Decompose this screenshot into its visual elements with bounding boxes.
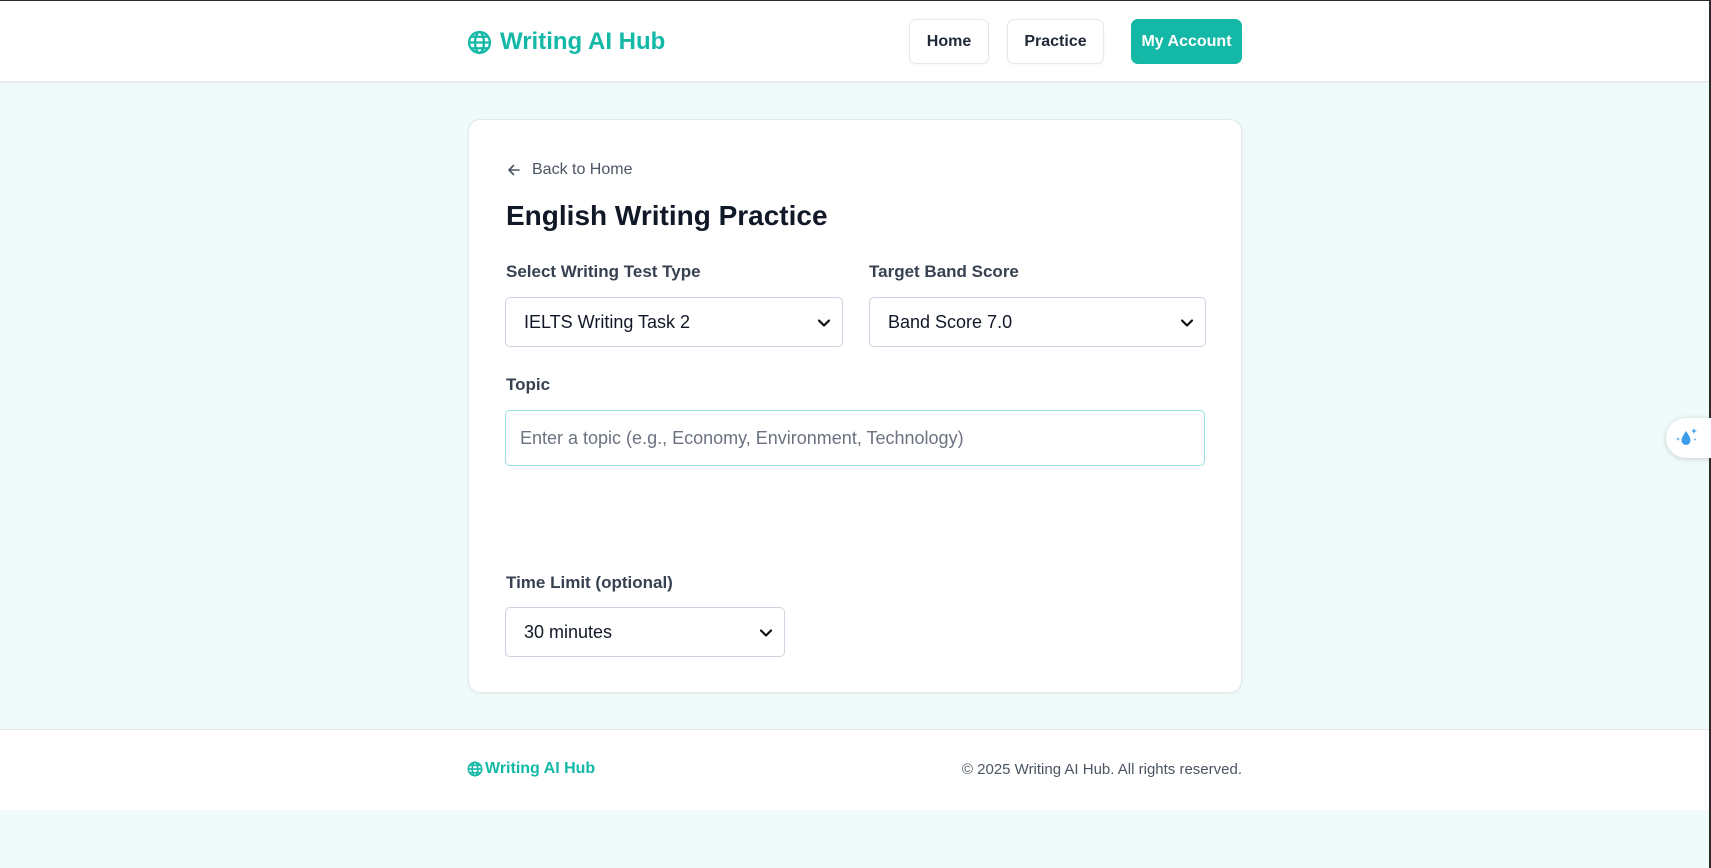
- chevron-down-icon: [1180, 319, 1194, 327]
- footer-brand-name: Writing AI Hub: [485, 760, 596, 777]
- brand-name: Writing AI Hub: [500, 28, 666, 55]
- test-type-label: Select Writing Test Type: [506, 262, 701, 281]
- chevron-down-icon: [817, 319, 831, 327]
- brand-logo-link[interactable]: Writing AI Hub: [467, 25, 665, 59]
- arrow-left-icon: [508, 164, 520, 176]
- nav-home-button[interactable]: Home: [909, 19, 989, 64]
- band-score-label: Target Band Score: [869, 262, 1019, 281]
- floating-assistant-button[interactable]: [1666, 418, 1711, 458]
- practice-card: Back to Home English Writing Practice Se…: [468, 119, 1242, 693]
- chevron-down-icon: [759, 629, 773, 637]
- globe-icon: [467, 30, 492, 54]
- band-score-select[interactable]: Band Score 7.0: [869, 297, 1206, 347]
- test-type-value: IELTS Writing Task 2: [524, 311, 691, 332]
- sparkle-drop-icon: [1676, 428, 1697, 445]
- my-account-button[interactable]: My Account: [1131, 19, 1242, 64]
- copyright-text: © 2025 Writing AI Hub. All rights reserv…: [961, 761, 1242, 778]
- time-limit-label: Time Limit (optional): [506, 573, 673, 592]
- time-limit-value: 30 minutes: [524, 621, 613, 642]
- page: Writing AI Hub Home Practice My Account …: [0, 1, 1711, 868]
- nav-practice-button[interactable]: Practice: [1007, 19, 1104, 64]
- site-header: Writing AI Hub Home Practice My Account: [0, 1, 1709, 82]
- band-score-value: Band Score 7.0: [888, 311, 1013, 332]
- back-link-label: Back to Home: [532, 161, 633, 178]
- topic-input[interactable]: [505, 410, 1205, 466]
- site-footer: Writing AI Hub © 2025 Writing AI Hub. Al…: [0, 729, 1709, 810]
- page-title: English Writing Practice: [506, 200, 828, 231]
- back-to-home-link[interactable]: Back to Home: [506, 158, 632, 182]
- test-type-select[interactable]: IELTS Writing Task 2: [505, 297, 843, 347]
- globe-icon: [467, 761, 483, 777]
- time-limit-select[interactable]: 30 minutes: [505, 607, 785, 657]
- topic-label: Topic: [506, 375, 551, 394]
- footer-brand-link[interactable]: Writing AI Hub: [467, 760, 595, 778]
